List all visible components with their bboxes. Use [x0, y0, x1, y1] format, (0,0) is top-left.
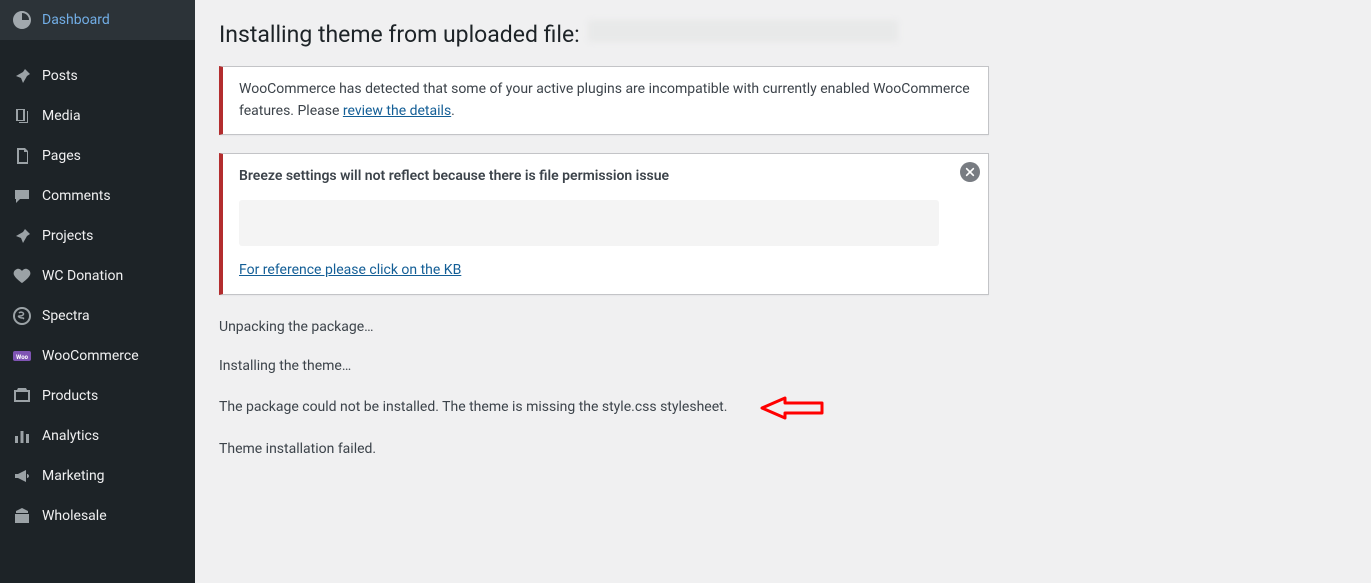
sidebar-item-dashboard[interactable]: Dashboard [0, 0, 195, 40]
sidebar-item-label: WC Donation [42, 268, 123, 284]
sidebar-item-label: Spectra [42, 308, 90, 324]
notice-text-after: . [451, 103, 455, 119]
annotation-arrow-icon [757, 395, 827, 421]
sidebar-item-label: Analytics [42, 428, 99, 444]
sidebar-item-label: WooCommerce [42, 348, 139, 364]
sidebar-item-posts[interactable]: Posts [0, 56, 195, 96]
sidebar-item-marketing[interactable]: Marketing [0, 456, 195, 496]
close-icon[interactable] [960, 162, 980, 182]
sidebar-item-label: Media [42, 108, 81, 124]
notice-link[interactable]: review the details [343, 103, 451, 119]
dashboard-icon [12, 10, 32, 30]
status-installing: Installing the theme… [219, 356, 989, 377]
marketing-icon [12, 466, 32, 486]
status-error: The package could not be installed. The … [219, 397, 727, 418]
sidebar-item-label: Products [42, 388, 98, 404]
page-title: Installing theme from uploaded file: [219, 20, 1351, 48]
sidebar-item-comments[interactable]: Comments [0, 176, 195, 216]
notice-woocommerce: WooCommerce has detected that some of yo… [219, 66, 989, 135]
redacted-notice-body [239, 200, 939, 246]
page-title-text: Installing theme from uploaded file: [219, 21, 580, 48]
heart-icon [12, 266, 32, 286]
redacted-filename [588, 20, 898, 42]
sidebar-item-label: Pages [42, 148, 81, 164]
comments-icon [12, 186, 32, 206]
sidebar-item-pages[interactable]: Pages [0, 136, 195, 176]
status-unpacking: Unpacking the package… [219, 317, 989, 338]
notice-text: WooCommerce has detected that some of yo… [239, 79, 972, 122]
media-icon [12, 106, 32, 126]
pages-icon [12, 146, 32, 166]
sidebar-item-label: Projects [42, 228, 93, 244]
woo-icon: Woo [12, 346, 32, 366]
wholesale-icon [12, 506, 32, 526]
notice-heading: Breeze settings will not reflect because… [239, 168, 669, 184]
sidebar-item-label: Dashboard [42, 12, 110, 28]
products-icon [12, 386, 32, 406]
pin-icon [12, 66, 32, 86]
notice-breeze: Breeze settings will not reflect because… [219, 153, 989, 294]
analytics-icon [12, 426, 32, 446]
sidebar-item-analytics[interactable]: Analytics [0, 416, 195, 456]
main-content: Installing theme from uploaded file: Woo… [195, 0, 1371, 583]
sidebar-item-projects[interactable]: Projects [0, 216, 195, 256]
sidebar-item-wholesale[interactable]: Wholesale [0, 496, 195, 536]
sidebar-item-media[interactable]: Media [0, 96, 195, 136]
spectra-icon [12, 306, 32, 326]
admin-sidebar: Dashboard Posts Media Pages Comments Pro… [0, 0, 195, 583]
sidebar-item-label: Wholesale [42, 508, 107, 524]
notice-kb-link[interactable]: For reference please click on the KB [239, 262, 461, 278]
sidebar-item-label: Posts [42, 68, 78, 84]
install-status: Unpacking the package… Installing the th… [219, 317, 989, 460]
sidebar-item-products[interactable]: Products [0, 376, 195, 416]
sidebar-item-woocommerce[interactable]: Woo WooCommerce [0, 336, 195, 376]
sidebar-item-wcdonation[interactable]: WC Donation [0, 256, 195, 296]
pin-icon [12, 226, 32, 246]
sidebar-item-spectra[interactable]: Spectra [0, 296, 195, 336]
status-failed: Theme installation failed. [219, 439, 989, 460]
sidebar-item-label: Marketing [42, 468, 105, 484]
sidebar-item-label: Comments [42, 188, 111, 204]
svg-text:Woo: Woo [16, 354, 29, 361]
